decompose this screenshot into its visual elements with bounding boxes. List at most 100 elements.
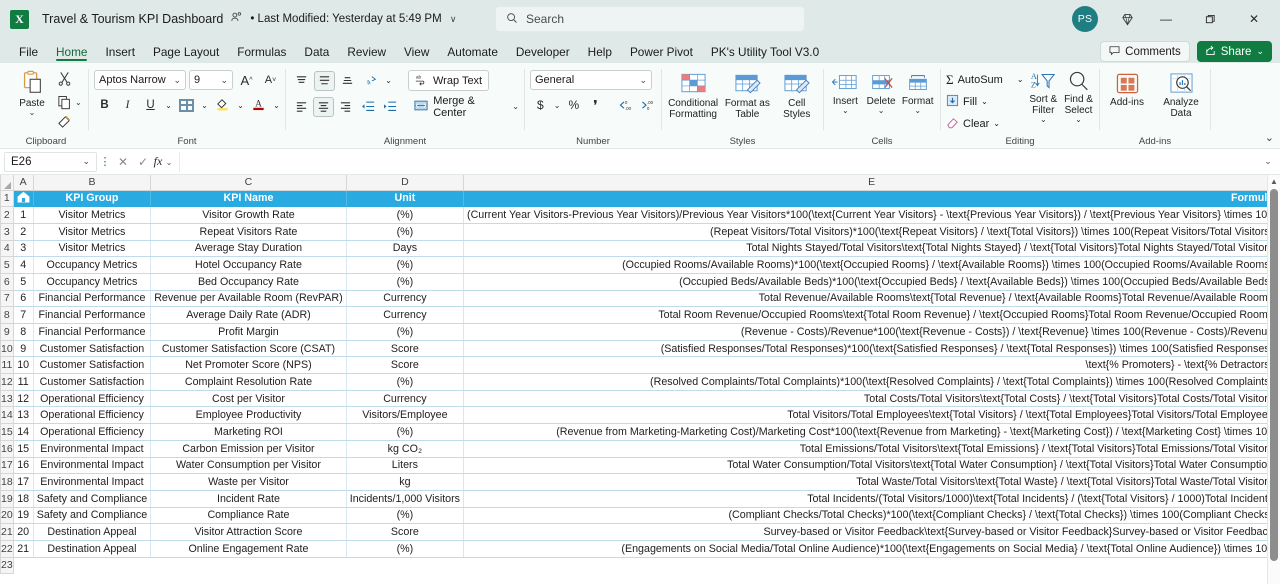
avatar[interactable]: PS xyxy=(1072,6,1098,32)
increase-font-size-button[interactable]: A ^ xyxy=(236,70,257,90)
column-header-b[interactable]: B xyxy=(32,175,152,191)
cell-d3[interactable]: (%) xyxy=(346,223,465,241)
column-header-e[interactable]: E xyxy=(463,175,1280,191)
cell-c11[interactable]: Net Promoter Score (NPS) xyxy=(150,356,347,375)
row-header-14[interactable]: 14 xyxy=(0,406,14,425)
cell-d9[interactable]: (%) xyxy=(346,323,465,341)
table-row[interactable]: 10 9 Customer Satisfaction Customer Satisfa… xyxy=(0,339,1280,358)
share-button[interactable]: Share ⌄ xyxy=(1196,41,1272,62)
cell-a14[interactable]: 13 xyxy=(13,406,34,425)
cell-b21[interactable]: Destination Appeal xyxy=(33,523,152,541)
cell-b12[interactable]: Customer Satisfaction xyxy=(33,373,152,391)
cell-b23[interactable] xyxy=(33,557,151,574)
scroll-up-arrow-icon[interactable]: ▲ xyxy=(1268,175,1280,188)
table-row[interactable]: 16 15 Environmental Impact Carbon Emission … xyxy=(0,439,1280,458)
chevron-down-icon[interactable]: ⌄ xyxy=(235,95,246,115)
close-button[interactable]: ✕ xyxy=(1232,3,1276,35)
cell-b4[interactable]: Visitor Metrics xyxy=(33,240,152,258)
cell-c9[interactable]: Profit Margin xyxy=(150,323,347,341)
column-header-c[interactable]: C xyxy=(150,175,347,191)
cell-d14[interactable]: Visitors/Employee xyxy=(346,406,465,425)
cell-d21[interactable]: Score xyxy=(346,523,465,541)
row-header-23[interactable]: 23 xyxy=(0,556,14,575)
table-row[interactable]: 15 14 Operational Efficiency Marketing ROI(… xyxy=(0,423,1280,441)
cell-c18[interactable]: Waste per Visitor xyxy=(150,473,347,491)
cell-e20[interactable]: (Compliant Checks/Total Checks)*100(\tex… xyxy=(463,507,1280,525)
cell-d16[interactable]: kg CO₂ xyxy=(346,440,465,458)
cell-b3[interactable]: Visitor Metrics xyxy=(33,223,152,241)
maximize-restore-button[interactable] xyxy=(1188,3,1232,35)
format-cells-button[interactable]: Format ⌄ xyxy=(900,70,935,115)
fill-button[interactable]: Fill ⌄ xyxy=(946,92,1024,111)
tab-power-pivot[interactable]: Power Pivot xyxy=(621,40,702,63)
cell-d23[interactable] xyxy=(346,557,463,574)
align-bottom-button[interactable] xyxy=(337,71,358,91)
cell-a22[interactable]: 21 xyxy=(13,540,34,558)
cell-a3[interactable]: 2 xyxy=(13,223,34,241)
tab-pk-utility-tool[interactable]: PK's Utility Tool V3.0 xyxy=(702,40,828,63)
cell-c5[interactable]: Hotel Occupancy Rate xyxy=(150,256,347,274)
row-header-5[interactable]: 5 xyxy=(0,256,14,274)
cell-a5[interactable]: 4 xyxy=(13,256,34,274)
table-row[interactable]: 12 11 Customer Satisfaction Complaint Resol… xyxy=(0,373,1280,391)
cell-b15[interactable]: Operational Efficiency xyxy=(33,423,152,441)
font-family-combo[interactable]: Aptos Narrow ⌄ xyxy=(94,70,186,90)
cell-e3[interactable]: (Repeat Visitors/Total Visitors)*100(\te… xyxy=(463,223,1280,241)
table-row[interactable]: 2 1 Visitor Metrics Visitor Growth Rate (%)(… xyxy=(0,206,1280,224)
cell-e22[interactable]: (Engagements on Social Media/Total Onlin… xyxy=(463,540,1280,558)
chevron-down-icon[interactable]: ⌄ xyxy=(383,71,394,91)
delete-cells-button[interactable]: Delete ⌄ xyxy=(864,70,899,115)
cell-d4[interactable]: Days xyxy=(346,240,465,258)
row-header-10[interactable]: 10 xyxy=(0,339,14,358)
cell-d17[interactable]: Liters xyxy=(346,457,465,475)
row-header-9[interactable]: 9 xyxy=(0,323,14,341)
row-header-2[interactable]: 2 xyxy=(0,206,14,224)
column-header-a[interactable]: A xyxy=(12,175,34,191)
cell-c8[interactable]: Average Daily Rate (ADR) xyxy=(150,306,347,324)
chevron-down-icon[interactable]: ⌄ xyxy=(271,95,282,115)
cell-b14[interactable]: Operational Efficiency xyxy=(33,406,152,425)
confirm-entry-button[interactable]: ✓ xyxy=(133,155,153,169)
table-row[interactable]: 6 5 Occupancy Metrics Bed Occupancy Rate (%)… xyxy=(0,272,1280,291)
cell-d8[interactable]: Currency xyxy=(346,306,465,324)
cell-a20[interactable]: 19 xyxy=(13,507,34,525)
table-row[interactable]: 7 6 Financial Performance Revenue per Avail… xyxy=(0,289,1280,308)
cell-e4[interactable]: Total Nights Stayed/Total Visitors\text{… xyxy=(463,240,1280,258)
cell-c2[interactable]: Visitor Growth Rate xyxy=(150,206,347,224)
cell-d20[interactable]: (%) xyxy=(346,507,465,525)
borders-button[interactable] xyxy=(176,95,197,115)
cell-d5[interactable]: (%) xyxy=(346,256,465,274)
cell-c17[interactable]: Water Consumption per Visitor xyxy=(150,457,347,475)
cell-e10[interactable]: (Satisfied Responses/Total Responses)*10… xyxy=(463,340,1280,358)
cell-a17[interactable]: 16 xyxy=(13,457,34,475)
column-header-d[interactable]: D xyxy=(345,175,465,191)
increase-decimal-button[interactable]: 0.00 xyxy=(614,95,635,115)
cell-e13[interactable]: Total Costs/Total Visitors\text{Total Co… xyxy=(463,390,1280,408)
align-right-button[interactable] xyxy=(336,97,356,117)
cell-c13[interactable]: Cost per Visitor xyxy=(150,390,347,408)
table-row[interactable]: 3 2 Visitor Metrics Repeat Visitors Rate (%)… xyxy=(0,222,1280,241)
cell-b10[interactable]: Customer Satisfaction xyxy=(33,340,152,358)
cell-c19[interactable]: Incident Rate xyxy=(150,490,347,508)
cell-d10[interactable]: Score xyxy=(346,340,465,358)
chevron-down-icon[interactable]: ⌄ xyxy=(552,95,563,115)
row-header-8[interactable]: 8 xyxy=(0,306,14,324)
cell-b5[interactable]: Occupancy Metrics xyxy=(33,256,152,274)
cell-b8[interactable]: Financial Performance xyxy=(33,306,152,324)
paste-button[interactable]: Paste ⌄ xyxy=(9,68,55,117)
cut-button[interactable] xyxy=(57,71,82,91)
table-row[interactable]: 11 10 Customer Satisfaction Net Promoter Sc… xyxy=(0,356,1280,375)
clear-button[interactable]: Clear ⌄ xyxy=(946,114,1024,133)
analyze-data-button[interactable]: Analyze Data xyxy=(1157,70,1205,119)
row-header-11[interactable]: 11 xyxy=(0,356,14,375)
accounting-format-button[interactable]: $ xyxy=(530,95,551,115)
increase-indent-button[interactable] xyxy=(380,97,400,117)
add-ins-button[interactable]: Add-ins xyxy=(1105,70,1149,108)
document-title[interactable]: Travel & Tourism KPI Dashboard xyxy=(42,12,223,26)
tab-review[interactable]: Review xyxy=(338,40,395,63)
cell-e8[interactable]: Total Room Revenue/Occupied Rooms\text{T… xyxy=(463,306,1280,324)
cell-a9[interactable]: 8 xyxy=(13,323,34,341)
row-header-13[interactable]: 13 xyxy=(0,389,14,408)
row-header-15[interactable]: 15 xyxy=(0,423,14,441)
wrap-text-button[interactable]: ab Wrap Text xyxy=(408,70,490,91)
